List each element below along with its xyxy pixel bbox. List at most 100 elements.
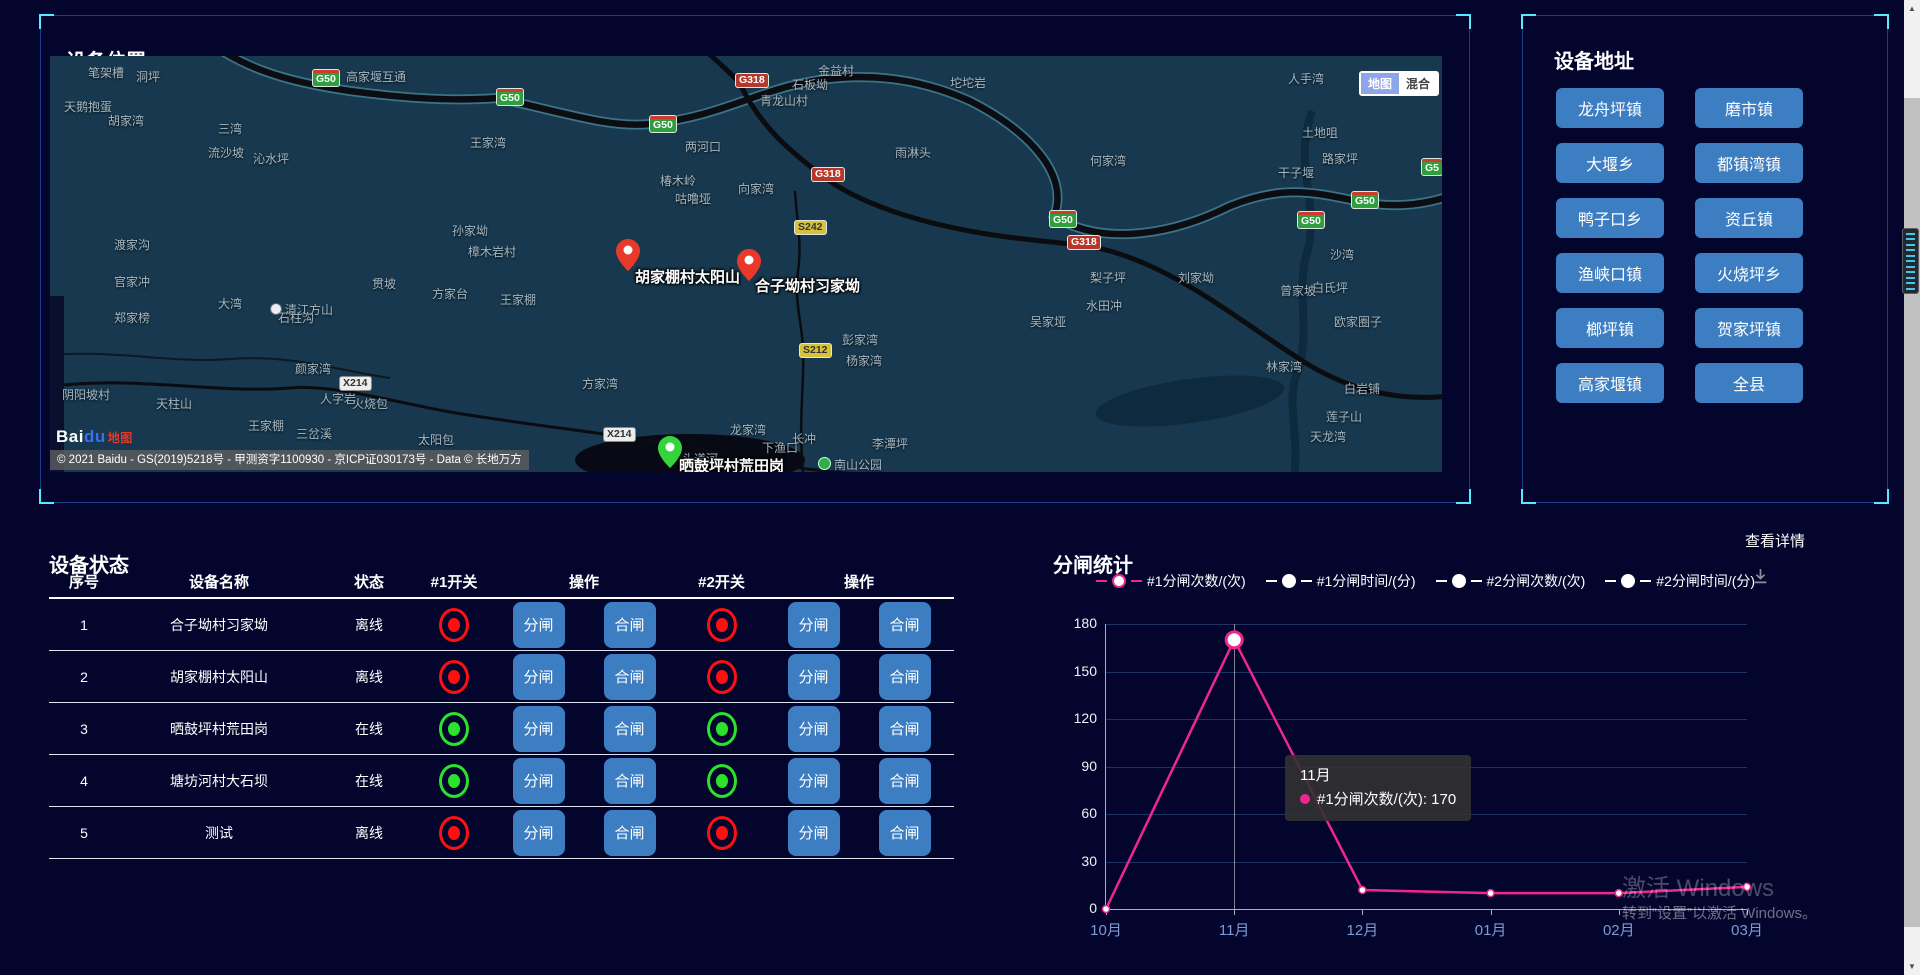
address-button[interactable]: 高家堰镇 — [1556, 363, 1664, 403]
legend-item[interactable]: #1分闸时间/(分) — [1266, 571, 1416, 591]
view-details-link[interactable]: 查看详情 — [1745, 530, 1805, 551]
map-place-label: 青龙山村 — [760, 92, 808, 109]
map-place-label: 莲子山 — [1326, 408, 1362, 425]
map-place-label: 王家棚 — [248, 417, 284, 434]
map-place-label: 椿木岭 — [660, 172, 696, 189]
scrollbar-thumb[interactable] — [1904, 98, 1920, 927]
page-scrollbar[interactable]: ▲ ▼ — [1904, 0, 1920, 975]
scrollbar-up-arrow[interactable]: ▲ — [1904, 0, 1920, 17]
table-row: 3晒鼓坪村荒田岗在线分闸合闸分闸合闸 — [49, 703, 954, 755]
address-button[interactable]: 大堰乡 — [1556, 143, 1664, 183]
y-axis-label: 150 — [1042, 663, 1097, 679]
open-switch2-button[interactable]: 分闸 — [788, 654, 840, 700]
legend-item[interactable]: #2分闸次数/(次) — [1436, 571, 1586, 591]
cell-status: 在线 — [355, 771, 383, 791]
indicator-core — [716, 774, 728, 788]
map-place-label: 颜家湾 — [295, 360, 331, 377]
windows-activation-watermark-sub: 转到“设置”以激活 Windows。 — [1622, 902, 1817, 923]
switch1-operations: 分闸合闸 — [513, 602, 656, 648]
switch2-indicator — [707, 608, 737, 642]
legend-dash — [1131, 580, 1142, 582]
y-axis-label: 90 — [1042, 758, 1097, 774]
open-switch2-button[interactable]: 分闸 — [788, 810, 840, 856]
address-button[interactable]: 鸭子口乡 — [1556, 198, 1664, 238]
map-place-label: 阴阳坡村 — [62, 386, 110, 403]
legend-dash — [1301, 580, 1312, 582]
legend-label: #2分闸次数/(次) — [1487, 571, 1586, 591]
address-button[interactable]: 榔坪镇 — [1556, 308, 1664, 348]
road-badge: G50 — [1050, 211, 1076, 227]
road-badge: X214 — [604, 428, 635, 441]
road-badge: G50 — [1298, 212, 1324, 228]
map-place-label: 石板坳 — [792, 76, 828, 93]
close-switch2-button[interactable]: 合闸 — [879, 758, 931, 804]
close-switch1-button[interactable]: 合闸 — [604, 810, 656, 856]
close-switch2-button[interactable]: 合闸 — [879, 602, 931, 648]
address-button[interactable]: 全县 — [1695, 363, 1803, 403]
legend-marker-icon — [1112, 574, 1126, 588]
map-type-option[interactable]: 混合 — [1399, 73, 1437, 94]
road-badge: S242 — [795, 221, 826, 234]
open-switch1-button[interactable]: 分闸 — [513, 810, 565, 856]
close-switch2-button[interactable]: 合闸 — [879, 706, 931, 752]
address-button[interactable]: 火烧坪乡 — [1695, 253, 1803, 293]
address-button[interactable]: 磨市镇 — [1695, 88, 1803, 128]
data-point-marker[interactable] — [1487, 890, 1494, 897]
map-marker-label: 晒鼓坪村荒田岗 — [679, 455, 784, 472]
scrollbar-down-arrow[interactable]: ▼ — [1904, 958, 1920, 975]
close-switch2-button[interactable]: 合闸 — [879, 654, 931, 700]
open-switch2-button[interactable]: 分闸 — [788, 602, 840, 648]
open-switch1-button[interactable]: 分闸 — [513, 654, 565, 700]
close-switch1-button[interactable]: 合闸 — [604, 654, 656, 700]
map-place-label: 刘家坳 — [1178, 269, 1214, 286]
address-button[interactable]: 都镇湾镇 — [1695, 143, 1803, 183]
map-type-option[interactable]: 地图 — [1361, 73, 1399, 94]
widget-stripe — [1906, 288, 1915, 290]
data-point-marker[interactable] — [1103, 906, 1110, 913]
map-place-label: 方家台 — [432, 285, 468, 302]
map-place-label: 土地咀 — [1302, 124, 1338, 141]
address-button[interactable]: 渔峡口镇 — [1556, 253, 1664, 293]
baidu-logo[interactable]: Baidu地图 — [56, 427, 133, 447]
switch1-operations: 分闸合闸 — [513, 758, 656, 804]
map-place-label: 向家湾 — [738, 180, 774, 197]
switch2-indicator — [707, 816, 737, 850]
address-button[interactable]: 龙舟坪镇 — [1556, 88, 1664, 128]
legend-item[interactable]: #2分闸时间/(分) — [1605, 571, 1755, 591]
switch1-operations: 分闸合闸 — [513, 706, 656, 752]
legend-item[interactable]: #1分闸次数/(次) — [1096, 571, 1246, 591]
data-point-marker[interactable] — [1226, 632, 1242, 648]
legend-dash — [1096, 580, 1107, 582]
baidu-map[interactable]: 笔架槽洞坪天鹅抱蛋胡家湾三湾流沙坡沁水坪高家堰互通王家湾两河口雨淋头何家湾金益村… — [50, 56, 1442, 472]
cell-status: 离线 — [355, 823, 383, 843]
open-switch1-button[interactable]: 分闸 — [513, 706, 565, 752]
map-place-label: 笔架槽 — [88, 64, 124, 81]
address-button[interactable]: 资丘镇 — [1695, 198, 1803, 238]
legend-label: #1分闸时间/(分) — [1317, 571, 1416, 591]
legend-dash — [1640, 580, 1651, 582]
open-switch2-button[interactable]: 分闸 — [788, 706, 840, 752]
close-switch1-button[interactable]: 合闸 — [604, 758, 656, 804]
tooltip-series-dot-icon — [1300, 794, 1310, 804]
open-switch1-button[interactable]: 分闸 — [513, 758, 565, 804]
indicator-core — [448, 774, 460, 788]
open-switch1-button[interactable]: 分闸 — [513, 602, 565, 648]
table-header-cell: 设备名称 — [189, 571, 249, 592]
map-place-label: 杨家湾 — [846, 352, 882, 369]
x-axis-label: 01月 — [1451, 919, 1531, 940]
close-switch1-button[interactable]: 合闸 — [604, 602, 656, 648]
map-place-label: 龙家湾 — [730, 421, 766, 438]
widget-stripe — [1906, 271, 1915, 273]
map-place-label: 雨淋头 — [895, 144, 931, 161]
x-axis-label: 12月 — [1322, 919, 1402, 940]
address-button[interactable]: 贺家坪镇 — [1695, 308, 1803, 348]
scroll-indicator-widget[interactable] — [1902, 228, 1919, 294]
widget-stripe — [1906, 249, 1915, 251]
close-switch2-button[interactable]: 合闸 — [879, 810, 931, 856]
open-switch2-button[interactable]: 分闸 — [788, 758, 840, 804]
map-copyright: © 2021 Baidu - GS(2019)5218号 - 甲测资字11009… — [50, 450, 529, 470]
cell-index: 5 — [80, 825, 88, 841]
data-point-marker[interactable] — [1359, 887, 1366, 894]
map-place-label: 火烧包 — [352, 395, 388, 412]
close-switch1-button[interactable]: 合闸 — [604, 706, 656, 752]
